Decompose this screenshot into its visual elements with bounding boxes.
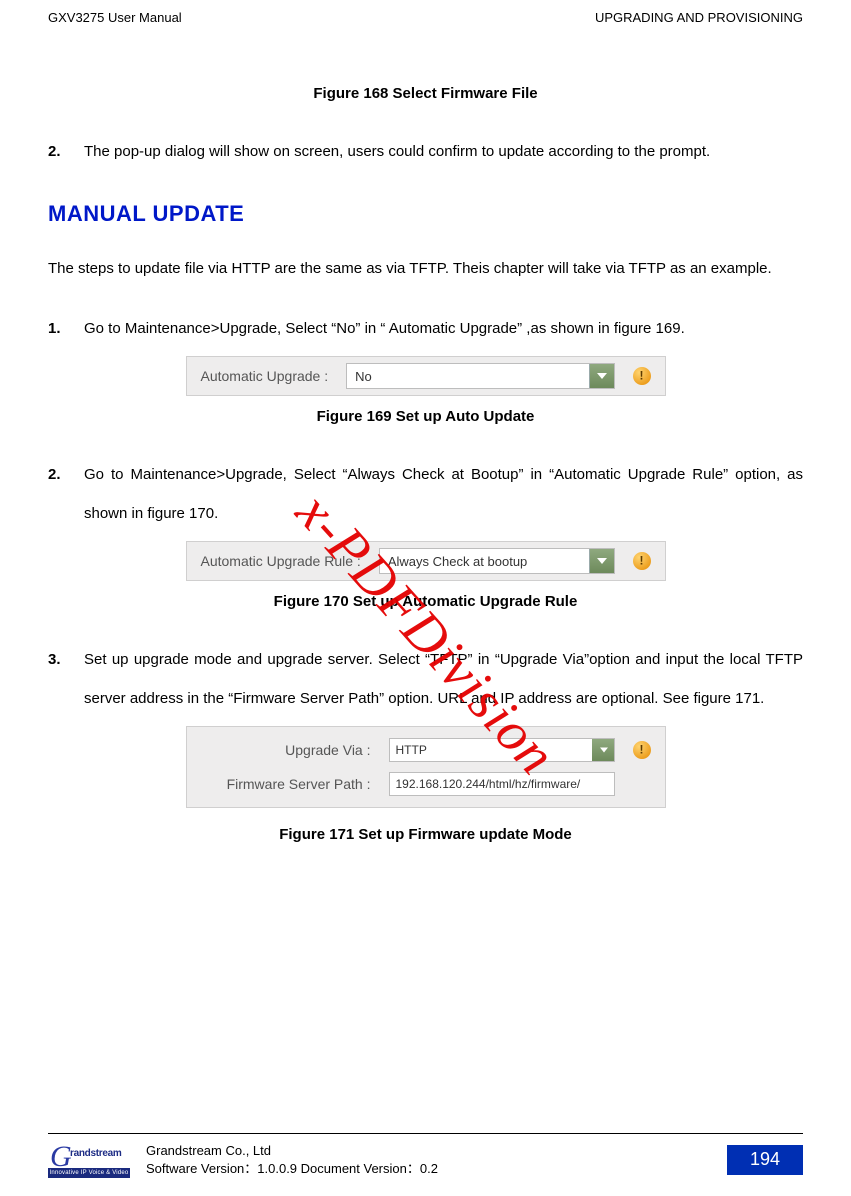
grandstream-logo: G randstream Innovative IP Voice & Video [48, 1142, 134, 1178]
list-number: 2. [48, 132, 68, 171]
figure-170-image: Automatic Upgrade Rule : Always Check at… [186, 541, 666, 581]
figure-169-caption: Figure 169 Set up Auto Update [48, 408, 803, 425]
select-value: No [355, 369, 372, 384]
select-value: HTTP [396, 743, 427, 757]
automatic-upgrade-select[interactable]: No [346, 363, 614, 389]
field-label: Upgrade Via : [201, 742, 371, 758]
warning-icon [633, 741, 651, 759]
figure-169-image: Automatic Upgrade : No [186, 356, 666, 396]
list-item: 2. Go to Maintenance>Upgrade, Select “Al… [48, 455, 803, 533]
chevron-down-icon [597, 373, 607, 379]
figure-171-caption: Figure 171 Set up Firmware update Mode [48, 826, 803, 843]
list-item: 1. Go to Maintenance>Upgrade, Select “No… [48, 309, 803, 348]
list-number: 3. [48, 640, 68, 718]
footer-company: Grandstream Co., Ltd [146, 1142, 715, 1160]
warning-icon [633, 367, 651, 385]
select-value: Always Check at bootup [388, 554, 527, 569]
list-text: The pop-up dialog will show on screen, u… [84, 132, 803, 171]
list-text: Go to Maintenance>Upgrade, Select “Alway… [84, 455, 803, 533]
figure-171-image: Upgrade Via : HTTP Firmware Server Path … [186, 726, 666, 808]
header-left: GXV3275 User Manual [48, 10, 182, 25]
chevron-down-icon [600, 748, 608, 753]
page-footer: G randstream Innovative IP Voice & Video… [48, 1133, 803, 1178]
intro-paragraph: The steps to update file via HTTP are th… [48, 251, 803, 287]
header-right: UPGRADING AND PROVISIONING [595, 10, 803, 25]
page-number: 194 [727, 1145, 803, 1175]
warning-icon [633, 552, 651, 570]
list-number: 2. [48, 455, 68, 533]
list-item: 3. Set up upgrade mode and upgrade serve… [48, 640, 803, 718]
list-item: 2. The pop-up dialog will show on screen… [48, 132, 803, 171]
figure-168-caption: Figure 168 Select Firmware File [48, 85, 803, 102]
automatic-upgrade-rule-select[interactable]: Always Check at bootup [379, 548, 615, 574]
figure-170-caption: Figure 170 Set up Automatic Upgrade Rule [48, 593, 803, 610]
list-number: 1. [48, 309, 68, 348]
logo-text: randstream [70, 1148, 121, 1159]
list-text: Go to Maintenance>Upgrade, Select “No” i… [84, 309, 803, 348]
upgrade-via-select[interactable]: HTTP [389, 738, 615, 762]
field-label: Firmware Server Path : [201, 776, 371, 792]
input-value: 192.168.120.244/html/hz/firmware/ [396, 777, 581, 791]
field-label: Automatic Upgrade : [201, 368, 329, 384]
chevron-down-icon [597, 558, 607, 564]
field-label: Automatic Upgrade Rule : [201, 553, 361, 569]
footer-version: Software Version：1.0.0.9 Document Versio… [146, 1160, 715, 1178]
section-heading-manual-update: MANUAL UPDATE [48, 201, 803, 227]
logo-tagline: Innovative IP Voice & Video [48, 1168, 130, 1178]
firmware-server-path-input[interactable]: 192.168.120.244/html/hz/firmware/ [389, 772, 615, 796]
list-text: Set up upgrade mode and upgrade server. … [84, 640, 803, 718]
